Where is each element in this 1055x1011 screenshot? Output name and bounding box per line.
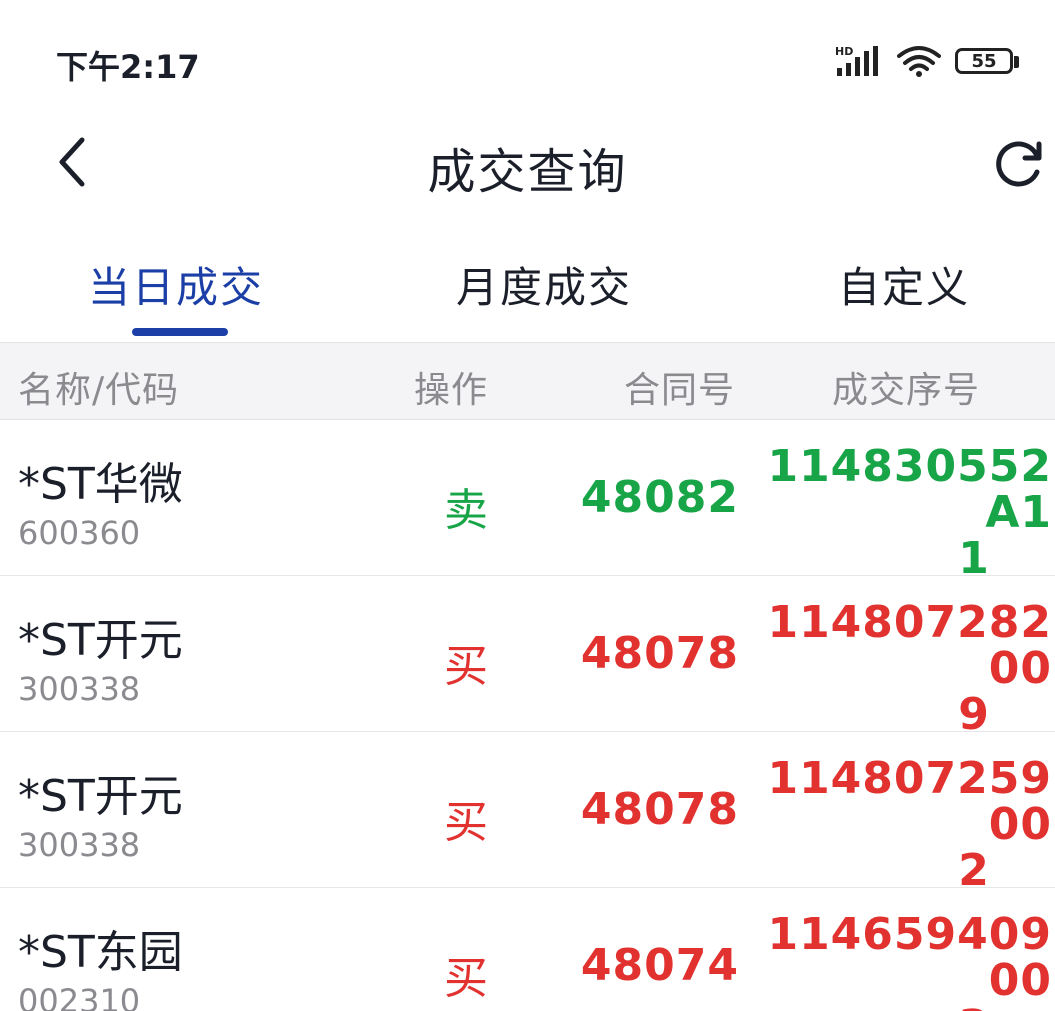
trade-sequence: 114807259 00 2	[756, 756, 1052, 894]
stock-name: *ST东园	[18, 927, 183, 978]
table-row[interactable]: *ST华微 600360 卖 48082 114830552 A1 1	[0, 420, 1055, 582]
stock-code: 002310	[18, 982, 141, 1011]
battery-level: 55	[955, 48, 1013, 74]
page-title: 成交查询	[427, 144, 628, 200]
stock-code: 300338	[18, 826, 141, 864]
refresh-button[interactable]	[989, 134, 1049, 194]
cellular-signal-icon: HD	[835, 44, 883, 82]
header-name-code: 名称/代码	[18, 370, 180, 411]
table-header: 名称/代码 操作 合同号 成交序号	[0, 342, 1055, 420]
tab-bar: 当日成交 月度成交 自定义	[0, 240, 1055, 340]
trade-sequence-line1: 114830552 A1	[767, 441, 1052, 538]
status-icons: HD 55	[835, 44, 1019, 82]
operation-label: 买	[444, 641, 488, 692]
trade-list: *ST华微 600360 卖 48082 114830552 A1 1 *ST开…	[0, 420, 1055, 1011]
table-row[interactable]: *ST开元 300338 买 48078 114807259 00 2	[0, 732, 1055, 894]
trade-sequence-line1: 114807259 00	[767, 753, 1052, 850]
table-row[interactable]: *ST开元 300338 买 48078 114807282 00 9	[0, 576, 1055, 738]
operation-label: 买	[444, 797, 488, 848]
network-type-label: HD	[835, 45, 853, 58]
battery-icon: 55	[955, 48, 1019, 78]
trade-sequence-line1: 114659409 00	[767, 909, 1052, 1006]
tab-today-trades[interactable]: 当日成交	[88, 254, 264, 315]
trade-sequence: 114659409 00 3	[756, 912, 1052, 1011]
trade-sequence: 114807282 00 9	[756, 600, 1052, 738]
tab-custom[interactable]: 自定义	[838, 254, 970, 315]
trade-sequence: 114830552 A1 1	[756, 444, 1052, 582]
contract-number: 48074	[580, 940, 739, 991]
contract-number: 48078	[580, 628, 739, 679]
stock-name: *ST开元	[18, 615, 183, 666]
header-operation: 操作	[414, 370, 489, 411]
operation-label: 卖	[444, 485, 488, 536]
contract-number: 48078	[580, 784, 739, 835]
operation-label: 买	[444, 953, 488, 1004]
stock-code: 600360	[18, 514, 141, 552]
refresh-icon	[996, 141, 1042, 187]
header-contract-no: 合同号	[624, 370, 736, 411]
trade-query-screen: 下午2:17 HD 55 成交查询 当日成交 月度成交 自定义 名称/代码 操作…	[0, 0, 1055, 1011]
header-trade-seq: 成交序号	[832, 370, 981, 411]
stock-name: *ST开元	[18, 771, 183, 822]
status-bar: 下午2:17 HD 55	[0, 0, 1055, 120]
stock-name: *ST华微	[18, 459, 183, 510]
contract-number: 48082	[580, 472, 739, 523]
trade-sequence-line1: 114807282 00	[767, 597, 1052, 694]
nav-bar: 成交查询	[0, 120, 1055, 220]
table-row[interactable]: *ST东园 002310 买 48074 114659409 00 3	[0, 888, 1055, 1011]
status-time: 下午2:17	[56, 48, 200, 86]
wifi-icon	[897, 44, 941, 82]
stock-code: 300338	[18, 670, 141, 708]
tab-monthly-trades[interactable]: 月度成交	[456, 254, 632, 315]
active-tab-indicator	[132, 328, 228, 336]
